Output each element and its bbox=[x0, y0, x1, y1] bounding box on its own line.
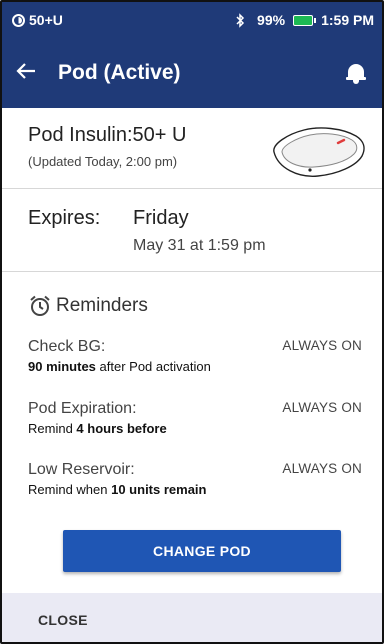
arrow-left-icon-glyph bbox=[16, 63, 35, 79]
expires-date: May 31 at 1:59 pm bbox=[133, 237, 266, 254]
pod-insulin-section: Pod Insulin:50+ U (Updated Today, 2:00 p… bbox=[2, 108, 382, 189]
reminders-section: Reminders Check BG: 90 minutes after Pod… bbox=[2, 272, 382, 593]
battery-icon bbox=[293, 14, 317, 26]
reminder-description: Remind when 10 units remain bbox=[28, 482, 362, 497]
reminder-low-reservoir: Low Reservoir: Remind when 10 units rema… bbox=[28, 461, 362, 497]
expires-label: Expires: bbox=[28, 207, 101, 229]
app-bar: Pod (Active) bbox=[2, 38, 382, 108]
footer-bar: CLOSE bbox=[2, 593, 382, 642]
reminder-status: ALWAYS ON bbox=[282, 338, 362, 353]
reminder-description: Remind 4 hours before bbox=[28, 421, 362, 436]
reminder-desc-after: after Pod activation bbox=[95, 359, 211, 374]
reminder-desc-before: Remind bbox=[28, 421, 77, 436]
reminder-pod-expiration: Pod Expiration: Remind 4 hours before AL… bbox=[28, 400, 362, 436]
reminder-desc-bold: 4 hours before bbox=[76, 421, 167, 436]
app-frame: 50+U 99% 1:59 PM Pod (Active) Pod Insuli… bbox=[0, 0, 384, 644]
change-pod-button[interactable]: CHANGE POD bbox=[63, 530, 341, 572]
arrow-left-icon[interactable] bbox=[16, 59, 48, 87]
bell-icon[interactable] bbox=[346, 62, 366, 84]
reminder-desc-bold: 90 minutes bbox=[28, 359, 96, 374]
expires-day: Friday bbox=[133, 207, 189, 229]
status-time: 1:59 PM bbox=[321, 12, 374, 28]
bluetooth-icon bbox=[236, 12, 245, 28]
bell-clapper bbox=[353, 80, 359, 84]
reminder-desc-before: Remind when bbox=[28, 482, 112, 497]
pod-status-text: 50+U bbox=[29, 12, 63, 28]
pod-insulin-title: Pod Insulin:50+ U bbox=[28, 124, 187, 146]
reminder-status: ALWAYS ON bbox=[282, 400, 362, 415]
reminders-title: Reminders bbox=[56, 295, 148, 316]
battery-percent: 99% bbox=[257, 12, 286, 28]
pod-status-icon bbox=[12, 13, 25, 27]
expires-section: Expires: Friday May 31 at 1:59 pm bbox=[2, 189, 382, 272]
status-left: 50+U bbox=[12, 12, 63, 28]
status-right: 99% 1:59 PM bbox=[235, 12, 374, 28]
reminder-description: 90 minutes after Pod activation bbox=[28, 359, 362, 374]
alarm-clock-icon bbox=[30, 295, 50, 316]
pod-insulin-updated: (Updated Today, 2:00 pm) bbox=[28, 154, 178, 169]
status-bar: 50+U 99% 1:59 PM bbox=[2, 2, 382, 38]
reminders-header: Reminders bbox=[28, 294, 148, 318]
reminder-desc-bold: 10 units remain bbox=[111, 482, 207, 497]
page-title: Pod (Active) bbox=[58, 61, 181, 84]
reminder-check-bg: Check BG: 90 minutes after Pod activatio… bbox=[28, 338, 362, 374]
pod-illustration-icon bbox=[273, 127, 365, 177]
close-button[interactable]: CLOSE bbox=[38, 612, 88, 628]
reminder-status: ALWAYS ON bbox=[282, 461, 362, 476]
